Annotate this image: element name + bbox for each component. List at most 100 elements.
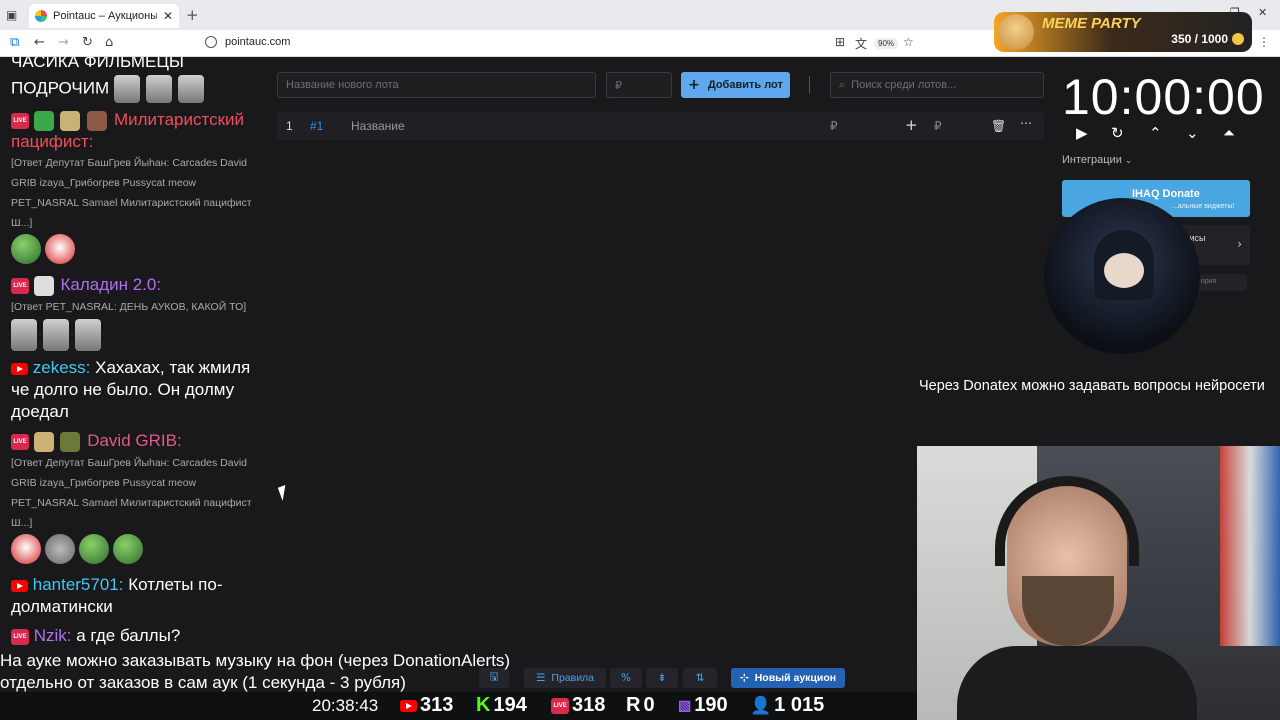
chevron-down-icon[interactable]: ⌄ xyxy=(1186,124,1199,142)
music-notice: На ауке можно заказывать музыку на фон (… xyxy=(0,650,510,694)
home-icon[interactable]: ⌂ xyxy=(105,35,113,50)
add-amount-icon[interactable]: + xyxy=(905,116,918,134)
chat-message: ЧАСИКА ФИЛЬМЕЦЫ xyxy=(11,57,184,73)
emote-row xyxy=(11,534,147,569)
vk-viewers: LIVE 318 xyxy=(551,694,605,717)
grid-icon: ⊹ xyxy=(739,672,749,684)
avatar-face xyxy=(1104,253,1144,288)
clown-emote-icon xyxy=(33,275,54,296)
sort-icon[interactable]: ⇅ xyxy=(683,668,717,688)
vk-count: 318 xyxy=(572,694,606,716)
avatar-emote-icon xyxy=(87,110,108,131)
webcam-feed xyxy=(917,446,1280,720)
forward-icon[interactable]: → xyxy=(58,35,69,50)
emote-icon xyxy=(43,319,69,351)
lot-row[interactable]: 1 #1 Название ₽ + ₽ 🗑 ⋯ xyxy=(277,112,1044,140)
total-count: 1 015 xyxy=(774,694,825,716)
clown-emote-icon xyxy=(11,534,41,564)
chevron-right-icon: › xyxy=(1237,237,1242,251)
webcam-person-body xyxy=(957,646,1197,720)
vtuber-avatar xyxy=(1044,198,1200,354)
reset-icon[interactable]: ↻ xyxy=(1111,124,1124,142)
chat-message: LIVE Nzik: а где баллы? xyxy=(11,625,180,647)
chat-text: ПОДРОЧИМ xyxy=(11,78,110,98)
chat-reply: [Ответ Депутат БашГрев Йыhан: Carcades D… xyxy=(11,457,252,529)
emote-icon xyxy=(11,319,37,351)
rules-button[interactable]: ☰ Правила xyxy=(524,668,606,688)
meme-party-progress: 350 / 1000 xyxy=(1171,32,1228,46)
menu-icon[interactable]: ⋮ xyxy=(1258,35,1270,49)
screen: ▣ Pointauc – Аукционы, лотереи ✕ + — ❐ ✕… xyxy=(0,0,1280,720)
youtube-count: 313 xyxy=(420,694,454,716)
search-icon: ⌕ xyxy=(839,78,846,91)
split-icon[interactable]: ⇟ xyxy=(646,668,678,688)
plus-icon: + xyxy=(688,77,700,93)
twitch-count: 190 xyxy=(694,694,728,716)
integrations-label: Интеграции xyxy=(1062,154,1122,166)
reload-icon[interactable]: ↻ xyxy=(82,35,93,50)
sidebar-toggle-icon[interactable]: ⧉ xyxy=(10,35,19,50)
doge-icon xyxy=(998,14,1034,50)
music-notice-line2: отдельно от заказов в сам аук (1 секунда… xyxy=(0,673,406,692)
youtube-icon xyxy=(11,579,28,592)
cup-emote-icon xyxy=(60,110,81,131)
more-icon[interactable]: ⋯ xyxy=(1020,116,1032,130)
vk-live-icon: LIVE xyxy=(11,433,29,450)
double-up-icon[interactable]: ⏶ xyxy=(1223,124,1235,142)
vk-live-icon: LIVE xyxy=(11,112,29,129)
add-lot-button[interactable]: + Добавить лот xyxy=(681,72,790,98)
site-info-icon[interactable] xyxy=(205,36,217,48)
browser-tab[interactable]: Pointauc – Аукционы, лотереи ✕ xyxy=(29,4,179,28)
lot-name-input[interactable]: Название xyxy=(351,119,405,133)
chat-reply: [Ответ Депутат БашГрев Йыhан: Carcades D… xyxy=(11,157,252,229)
bookmark-star-icon[interactable]: ☆ xyxy=(903,35,914,49)
new-tab-icon[interactable]: + xyxy=(186,6,199,24)
lot-amount[interactable]: ₽ xyxy=(830,119,838,133)
add-amount-input[interactable]: ₽ xyxy=(934,119,942,133)
lot-search-input[interactable]: ⌕ Поиск среди лотов... xyxy=(830,72,1044,98)
chat-text: а где баллы? xyxy=(76,626,181,645)
tab-list-icon[interactable]: ▣ xyxy=(6,8,20,22)
chat-username: Nzik: xyxy=(33,626,72,645)
new-auction-label: Новый аукцион xyxy=(754,672,837,684)
translate-icon[interactable]: 文 xyxy=(855,35,867,52)
chat-message: zekess: Хахахах, так жмиля че долго не б… xyxy=(11,357,269,423)
twitch-icon: ▧ xyxy=(678,697,692,713)
chevron-up-icon[interactable]: ⌃ xyxy=(1149,124,1162,142)
kick-count: 194 xyxy=(493,694,527,716)
tank-emote-icon xyxy=(60,431,81,452)
back-icon[interactable]: ← xyxy=(34,35,45,50)
frog-emote-icon xyxy=(79,534,109,564)
youtube-icon xyxy=(11,362,28,375)
emote-icon xyxy=(177,75,204,103)
lot-amount-input[interactable]: ₽ xyxy=(606,72,672,98)
lot-index: 1 xyxy=(286,119,293,133)
install-app-icon[interactable]: ⊞ xyxy=(835,35,845,49)
zoom-indicator[interactable]: 90% xyxy=(874,38,899,49)
webcam-flags xyxy=(1220,446,1280,646)
vk-live-icon: LIVE xyxy=(11,628,29,645)
list-icon: ☰ xyxy=(535,672,546,684)
rules-label: Правила xyxy=(551,672,595,684)
check-emote-icon xyxy=(33,110,54,131)
percent-icon[interactable]: % xyxy=(610,668,642,688)
twitch-viewers: ▧ 190 xyxy=(678,694,728,717)
emote-icon xyxy=(113,75,140,103)
play-icon[interactable]: ▶ xyxy=(1076,124,1088,142)
close-window-icon[interactable]: ✕ xyxy=(1258,6,1267,19)
address-bar[interactable]: pointauc.com xyxy=(205,36,290,48)
chat-username: zekess: xyxy=(32,358,91,377)
youtube-icon xyxy=(400,699,417,712)
integrations-dropdown[interactable]: Интеграции ⌄ xyxy=(1062,154,1132,166)
toolbar-divider xyxy=(809,76,810,94)
vk-live-icon: LIVE xyxy=(11,277,29,294)
close-tab-icon[interactable]: ✕ xyxy=(163,9,173,23)
search-placeholder: Поиск среди лотов... xyxy=(851,79,957,91)
new-auction-button[interactable]: ⊹ Новый аукцион xyxy=(731,668,845,688)
emote-row xyxy=(11,319,107,356)
emote-icon xyxy=(45,534,75,564)
new-lot-input[interactable]: Название нового лота xyxy=(277,72,596,98)
chevron-down-icon: ⌄ xyxy=(1124,156,1133,166)
kick-icon: K xyxy=(476,694,491,716)
delete-icon[interactable]: 🗑 xyxy=(991,119,1006,133)
